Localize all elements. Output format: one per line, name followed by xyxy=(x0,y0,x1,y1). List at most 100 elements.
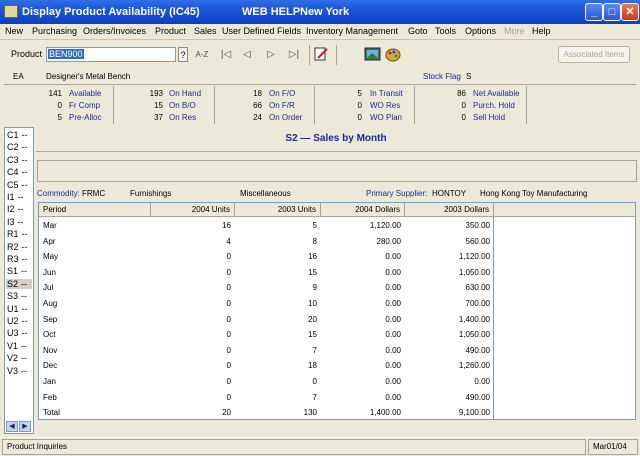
table-cell: Aug xyxy=(43,299,58,308)
table-row[interactable]: Dec 0 18 0.00 1,260.00 xyxy=(39,358,494,373)
notes-icon[interactable] xyxy=(313,46,329,62)
on-hand-value: 193 xyxy=(149,89,163,98)
stock-flag-label: Stock Flag xyxy=(423,72,461,81)
col-header-period[interactable]: Period xyxy=(39,203,151,217)
table-cell: 16 xyxy=(308,252,317,262)
sell-hold-value: 0 xyxy=(461,113,466,122)
screen-item-u1[interactable]: U1 -- xyxy=(7,304,28,314)
screen-item-r3[interactable]: R3 -- xyxy=(7,254,28,264)
menu-tools[interactable]: Tools xyxy=(435,26,456,36)
nav-prev-icon[interactable]: ◁ xyxy=(240,47,254,63)
section-divider xyxy=(36,151,640,152)
table-cell: 1,120.00 xyxy=(458,252,490,262)
screen-item-v3[interactable]: V3 -- xyxy=(7,366,27,376)
minimize-icon[interactable]: _ xyxy=(585,3,603,21)
screen-item-c5[interactable]: C5 -- xyxy=(7,180,28,190)
purch-hold-label: Purch. Hold xyxy=(473,101,515,110)
table-cell: 20 xyxy=(308,314,317,324)
col-header-2004-units[interactable]: 2004 Units xyxy=(151,203,235,217)
screen-item-s2[interactable]: S2 -- xyxy=(6,278,32,289)
table-row[interactable]: Apr 4 8 280.00 560.00 xyxy=(39,234,494,249)
screen-item-v2[interactable]: V2 -- xyxy=(7,353,27,363)
wo-res-value: 0 xyxy=(357,101,362,110)
pre-alloc-label: Pre-Alloc xyxy=(69,113,102,122)
nav-next-icon[interactable]: ▷ xyxy=(264,47,278,63)
product-input[interactable]: BEN900 xyxy=(46,47,176,62)
available-label: Available xyxy=(69,89,102,98)
table-cell: 0.00 xyxy=(385,252,401,262)
col-header-2003-units[interactable]: 2003 Units xyxy=(235,203,321,217)
screen-list[interactable]: C1 -- C2 -- C3 -- C4 -- C5 -- I1 -- I2 -- I3 -- R1 -- R2 --… xyxy=(4,127,34,434)
table-row[interactable]: Nov 0 7 0.00 490.00 xyxy=(39,343,494,358)
table-cell: 490.00 xyxy=(465,345,490,355)
table-cell: 16 xyxy=(222,221,231,230)
nav-first-icon[interactable]: |◁ xyxy=(218,47,234,63)
screen-item-s3[interactable]: S3 -- xyxy=(7,291,27,301)
menu-options[interactable]: Options xyxy=(465,26,496,36)
on-fr-label: On F/R xyxy=(269,101,295,110)
nav-last-icon[interactable]: ▷| xyxy=(286,47,302,63)
table-row[interactable]: Oct 0 15 0.00 1,050.00 xyxy=(39,327,494,342)
menu-sales[interactable]: Sales xyxy=(194,26,217,36)
table-cell: 0 xyxy=(226,361,231,371)
screen-item-i1[interactable]: I1 -- xyxy=(7,192,24,202)
screen-code: I2 xyxy=(7,204,15,215)
screen-item-v1[interactable]: V1 -- xyxy=(7,341,27,351)
screen-item-c3[interactable]: C3 -- xyxy=(7,155,28,165)
screen-item-s1[interactable]: S1 -- xyxy=(7,266,27,276)
menu-user-defined-fields[interactable]: User Defined Fields xyxy=(222,26,301,36)
menu-orders-invoices[interactable]: Orders/Invoices xyxy=(83,26,146,36)
scroll-right-icon[interactable]: ▶ xyxy=(19,421,31,432)
screen-item-u3[interactable]: U3 -- xyxy=(7,328,28,338)
table-row[interactable]: Jun 0 15 0.00 1,050.00 xyxy=(39,265,494,280)
close-icon[interactable]: ✕ xyxy=(621,3,639,21)
menu-new[interactable]: New xyxy=(5,26,23,36)
col-header-2004-dollars[interactable]: 2004 Dollars xyxy=(321,203,405,217)
product-lookup-button[interactable]: ? xyxy=(178,47,188,62)
col-divider xyxy=(113,86,114,124)
toolbar-divider xyxy=(336,45,337,65)
screen-item-r1[interactable]: R1 -- xyxy=(7,229,28,239)
picture-icon[interactable] xyxy=(364,46,381,62)
table-cell: 280.00 xyxy=(376,236,401,246)
menu-purchasing[interactable]: Purchasing xyxy=(32,26,77,36)
table-row[interactable]: Jan 0 0 0.00 0.00 xyxy=(39,374,494,389)
screen-item-c2[interactable]: C2 -- xyxy=(7,142,28,152)
table-row[interactable]: Feb 0 7 0.00 490.00 xyxy=(39,390,494,405)
sales-table[interactable]: Period 2004 Units 2003 Units 2004 Dollar… xyxy=(38,202,494,420)
menu-goto[interactable]: Goto xyxy=(408,26,428,36)
status-date: Mar01/04 xyxy=(588,439,638,455)
table-row[interactable]: Mar 16 5 1,120.00 350.00 xyxy=(39,218,494,233)
screen-item-u2[interactable]: U2 -- xyxy=(7,316,28,326)
table-row[interactable]: Jul 0 9 0.00 630.00 xyxy=(39,280,494,295)
maximize-icon[interactable]: □ xyxy=(603,3,621,21)
sort-az-button[interactable]: A-Z xyxy=(193,47,211,63)
screen-item-c1[interactable]: C1 -- xyxy=(7,130,28,140)
screen-code: C4 xyxy=(7,167,19,178)
table-row[interactable]: Aug 0 10 0.00 700.00 xyxy=(39,296,494,311)
col-header-2003-dollars[interactable]: 2003 Dollars xyxy=(405,203,494,217)
table-cell: 1,260.00 xyxy=(458,361,490,371)
table-row[interactable]: May 0 16 0.00 1,120.00 xyxy=(39,249,494,264)
menu-help[interactable]: Help xyxy=(532,26,551,36)
screen-item-c4[interactable]: C4 -- xyxy=(7,167,28,177)
product-description: Designer's Metal Bench xyxy=(46,72,131,81)
menu-product[interactable]: Product xyxy=(155,26,186,36)
table-cell: Total xyxy=(43,408,60,418)
table-cell: 0 xyxy=(226,252,231,262)
table-row[interactable]: Sep 0 20 0.00 1,400.00 xyxy=(39,312,494,327)
table-cell: 0 xyxy=(312,377,317,386)
screen-item-i3[interactable]: I3 -- xyxy=(7,217,24,227)
table-cell: Apr xyxy=(43,236,56,246)
commodity-name: Furnishings xyxy=(130,189,172,198)
scroll-left-icon[interactable]: ◀ xyxy=(6,421,18,432)
palette-icon[interactable] xyxy=(385,46,402,62)
screen-item-i2[interactable]: I2 -- xyxy=(7,204,24,214)
table-cell: 0.00 xyxy=(385,314,401,324)
window-title: Display Product Availability (IC45) xyxy=(22,6,200,18)
screen-code: S1 xyxy=(7,266,19,277)
table-cell: 15 xyxy=(308,267,317,277)
table-row[interactable]: Total 20 130 1,400.00 9,100.00 xyxy=(39,405,494,420)
menu-inventory-management[interactable]: Inventory Management xyxy=(306,26,398,36)
screen-item-r2[interactable]: R2 -- xyxy=(7,242,28,252)
